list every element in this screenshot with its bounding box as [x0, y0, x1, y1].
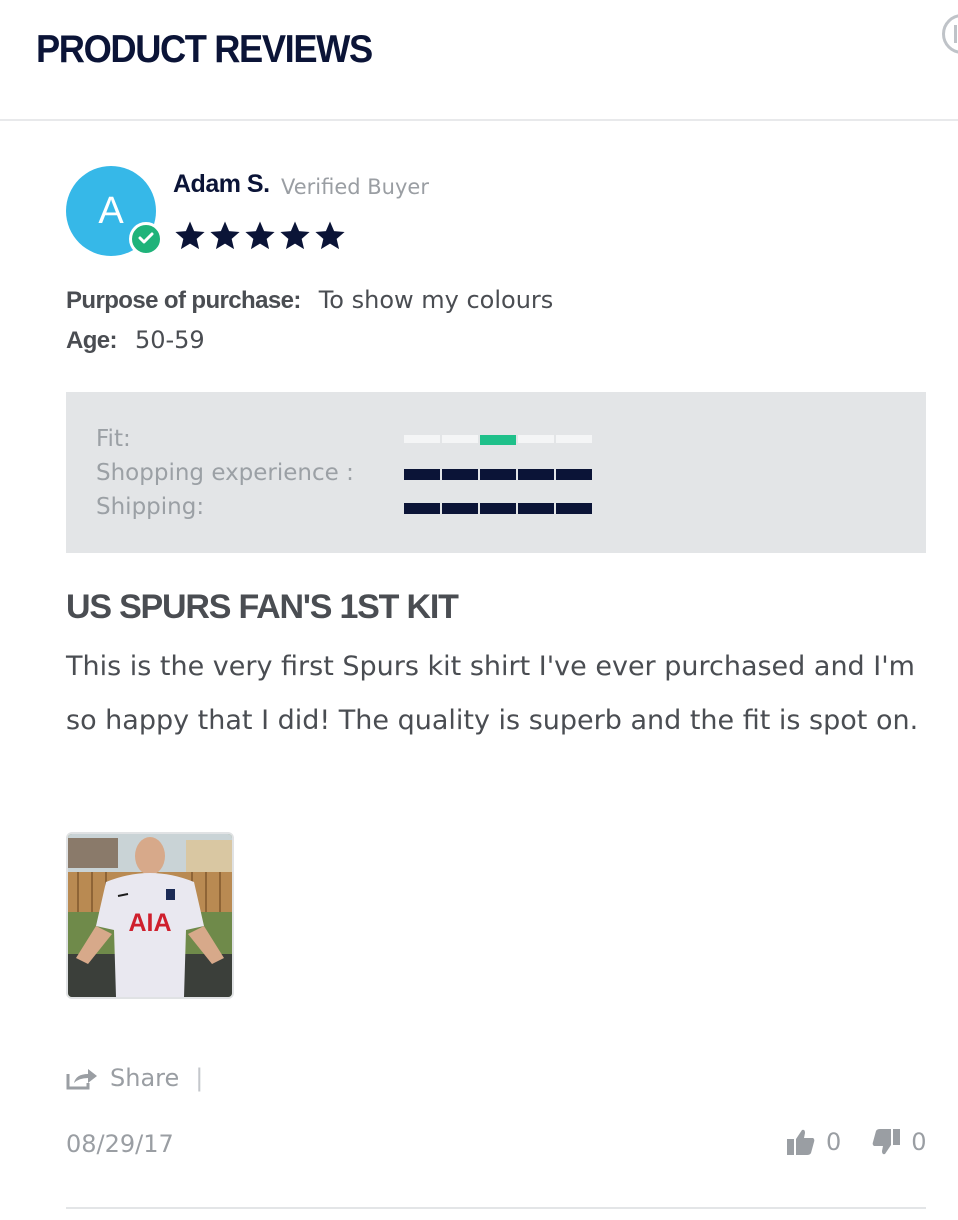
star-icon [175, 221, 205, 250]
rating-row-shopping: Shopping experience : [96, 460, 656, 490]
rating-row-fit: Fit: [96, 426, 656, 456]
rating-segment [556, 503, 592, 514]
purpose-row: Purpose of purchase: To show my colours [66, 286, 553, 315]
purpose-label: Purpose of purchase: [66, 287, 301, 314]
share-label: Share [110, 1064, 180, 1092]
rating-row-shipping: Shipping: [96, 494, 656, 524]
unhelpful-count: 0 [911, 1128, 927, 1156]
helpful-count: 0 [826, 1128, 842, 1156]
rating-segment [442, 503, 478, 514]
verified-check-icon [129, 222, 163, 256]
helpful-vote-button[interactable]: 0 [786, 1128, 841, 1156]
unhelpful-vote-button[interactable]: 0 [871, 1128, 927, 1156]
rating-segment [404, 435, 440, 443]
star-rating [173, 219, 347, 253]
rating-segment [442, 435, 478, 443]
rating-segment [556, 469, 592, 480]
rating-segment [404, 469, 440, 480]
star-icon [210, 221, 240, 250]
review-page: PRODUCT REVIEWS A Adam S. Verified Buyer… [0, 0, 958, 1220]
star-icon [280, 221, 310, 250]
rating-segment [404, 503, 440, 514]
review-body: This is the very first Spurs kit shirt I… [66, 651, 919, 736]
close-icon[interactable] [942, 14, 958, 54]
verified-buyer-label: Verified Buyer [281, 175, 429, 199]
rating-segment [518, 503, 554, 514]
share-separator: | [195, 1064, 204, 1092]
rating-label-fit: Fit: [96, 426, 131, 452]
star-icon [315, 221, 345, 250]
page-title: PRODUCT REVIEWS [36, 28, 373, 71]
rating-segment [480, 469, 516, 480]
rating-segment [480, 503, 516, 514]
rating-label-shopping: Shopping experience : [96, 460, 354, 486]
rating-segment [518, 435, 554, 443]
thumbs-down-icon [872, 1129, 901, 1155]
star-icon [245, 221, 275, 250]
shopping-scale [404, 469, 592, 480]
review-date: 08/29/17 [66, 1130, 174, 1158]
share-icon [66, 1069, 97, 1090]
rating-segment [556, 435, 592, 443]
header: PRODUCT REVIEWS [0, 0, 958, 121]
purpose-value: To show my colours [318, 286, 554, 314]
photo-shirt-sponsor: AIA [128, 909, 171, 937]
rating-segment [442, 469, 478, 480]
review-title: US SPURS FAN'S 1ST KIT [66, 588, 459, 626]
rating-segment [518, 469, 554, 480]
reviewer-name: Adam S. [173, 170, 270, 198]
age-value: 50-59 [134, 326, 205, 354]
divider [66, 1207, 926, 1209]
fit-scale [404, 435, 592, 445]
rating-segment [480, 435, 516, 445]
share-button[interactable]: Share | [66, 1064, 203, 1092]
age-row: Age: 50-59 [66, 326, 205, 355]
age-label: Age: [66, 327, 118, 354]
shipping-scale [404, 503, 592, 514]
review-photo-thumbnail[interactable]: AIA [66, 832, 234, 999]
rating-label-shipping: Shipping: [96, 494, 205, 520]
thumbs-up-icon [787, 1129, 815, 1155]
ratings-panel: Fit: Shopping experience : Shipping: [66, 392, 926, 553]
vote-controls: 0 0 [786, 1128, 927, 1156]
